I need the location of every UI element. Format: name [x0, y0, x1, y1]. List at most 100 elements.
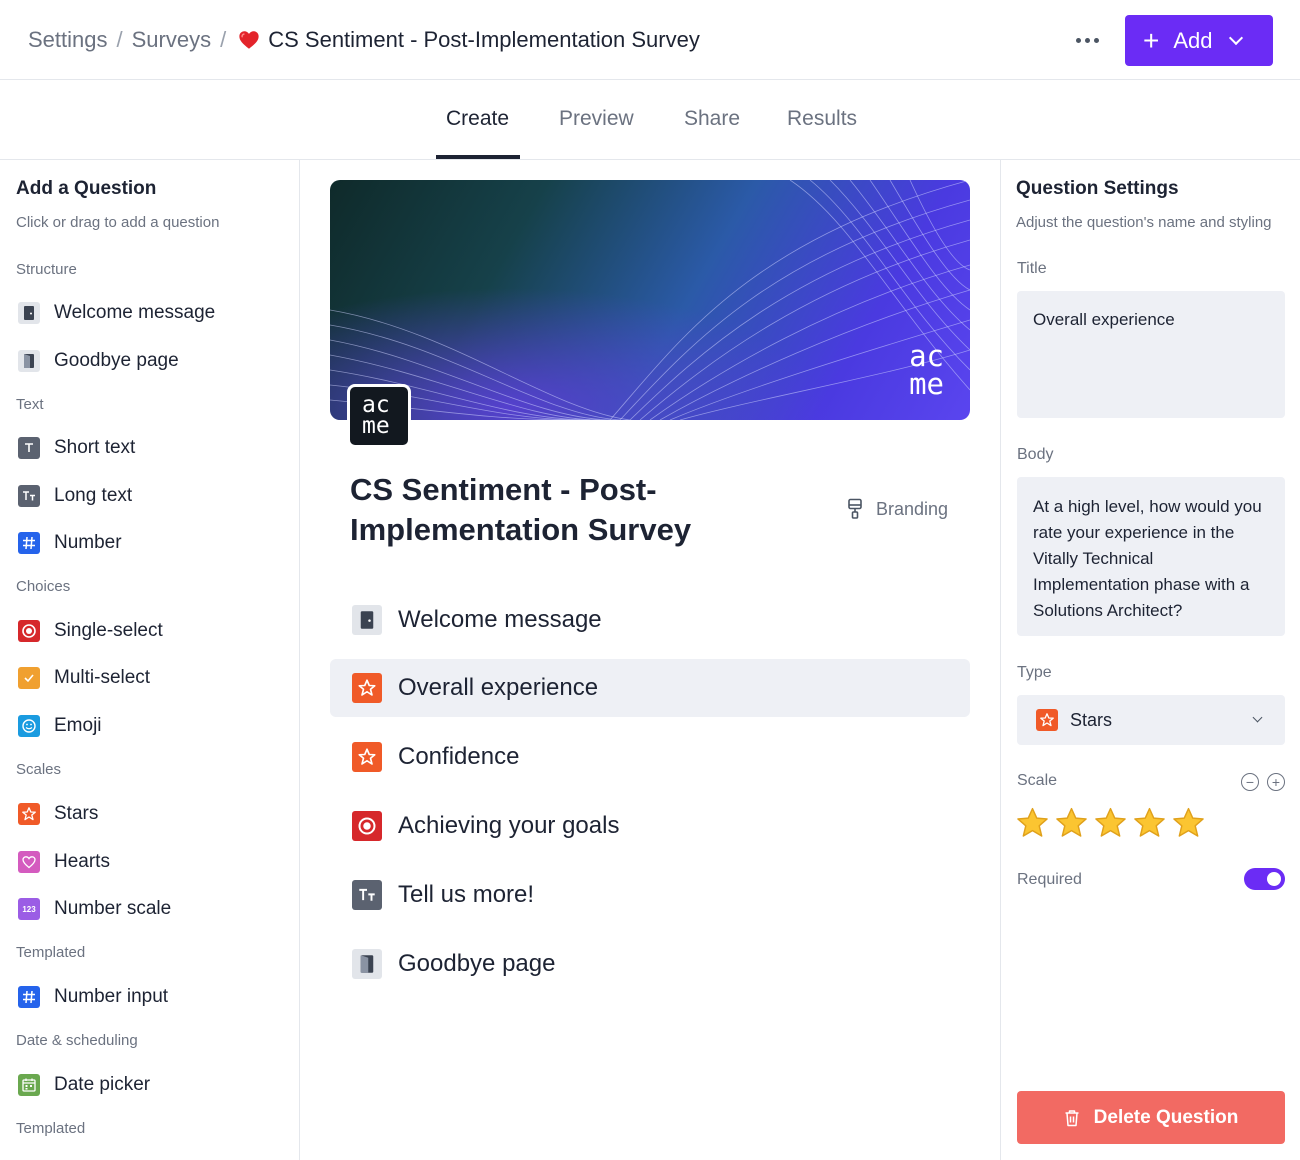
item-label: Number — [54, 532, 122, 553]
panel-subtitle: Click or drag to add a question — [16, 214, 220, 231]
delete-question-button[interactable]: Delete Question — [1017, 1091, 1285, 1144]
heart-emoji-icon — [239, 31, 259, 49]
add-goodbye-page[interactable]: Goodbye page — [18, 348, 179, 374]
add-question-panel: Add a Question Click or drag to add a qu… — [0, 160, 300, 1160]
star-icon[interactable] — [1132, 806, 1167, 841]
star-icon[interactable] — [1171, 806, 1206, 841]
section-label-templated: Templated — [16, 1120, 86, 1137]
more-options-button[interactable] — [1070, 26, 1104, 54]
section-label-structure: Structure — [16, 261, 77, 278]
breadcrumb: Settings / Surveys / CS Sentiment - Post… — [28, 27, 700, 53]
exit-icon — [352, 949, 382, 979]
smiley-icon — [18, 715, 40, 737]
title-field[interactable]: Overall experience — [1017, 291, 1285, 418]
checkbox-icon — [18, 667, 40, 689]
survey-canvas: ac me ac me CS Sentiment - Post-Implemen… — [300, 160, 1000, 1160]
add-number[interactable]: Number — [18, 530, 122, 556]
number-scale-icon: 123 — [18, 898, 40, 920]
question-welcome-message[interactable]: Welcome message — [330, 591, 970, 649]
door-icon — [18, 302, 40, 324]
tab-results[interactable]: Results — [787, 107, 857, 131]
question-label: Overall experience — [398, 674, 599, 701]
scale-field-label: Scale — [1017, 772, 1058, 789]
settings-subtitle: Adjust the question's name and styling — [1016, 214, 1272, 231]
question-overall-experience[interactable]: Overall experience — [330, 659, 970, 717]
breadcrumb-surveys[interactable]: Surveys — [132, 27, 211, 53]
add-number-input[interactable]: Number input — [18, 984, 168, 1010]
item-label: Hearts — [54, 851, 110, 872]
question-label: Goodbye page — [398, 950, 556, 977]
title-field-label: Title — [1017, 260, 1047, 277]
question-label: Achieving your goals — [398, 812, 620, 839]
add-multi-select[interactable]: Multi-select — [18, 665, 150, 691]
tab-share[interactable]: Share — [684, 107, 740, 131]
section-label-text: Text — [16, 396, 44, 413]
exit-icon — [18, 350, 40, 372]
add-short-text[interactable]: Short text — [18, 435, 135, 461]
item-label: Number input — [54, 986, 169, 1007]
survey-title[interactable]: CS Sentiment - Post-Implementation Surve… — [350, 470, 800, 550]
add-button[interactable]: + Add — [1125, 15, 1273, 66]
star-icon[interactable] — [1054, 806, 1089, 841]
scale-increase-button[interactable]: + — [1267, 773, 1285, 791]
logo-line: me — [362, 413, 390, 439]
star-icon[interactable] — [1093, 806, 1128, 841]
type-select[interactable]: Stars — [1017, 695, 1285, 745]
add-welcome-message[interactable]: Welcome message — [18, 300, 215, 326]
tab-preview[interactable]: Preview — [559, 107, 634, 131]
breadcrumb-settings[interactable]: Settings — [28, 27, 108, 53]
item-label: Goodbye page — [54, 350, 179, 371]
delete-question-label: Delete Question — [1093, 1106, 1239, 1128]
item-label: Long text — [54, 485, 133, 506]
top-bar: Settings / Surveys / CS Sentiment - Post… — [0, 0, 1300, 80]
tab-create[interactable]: Create — [446, 107, 509, 131]
dot-icon — [1075, 37, 1081, 43]
add-long-text[interactable]: Long text — [18, 483, 132, 509]
question-label: Tell us more! — [398, 881, 535, 908]
radio-icon — [18, 620, 40, 642]
question-confidence[interactable]: Confidence — [330, 728, 970, 786]
question-achieving-your-goals[interactable]: Achieving your goals — [330, 797, 970, 855]
wave-pattern-graphic — [330, 180, 970, 420]
survey-banner[interactable]: ac me — [330, 180, 970, 420]
hash-icon — [18, 532, 40, 554]
section-label-choices: Choices — [16, 578, 71, 595]
branding-button[interactable]: Branding — [846, 498, 948, 520]
body-field-label: Body — [1017, 446, 1054, 463]
add-stars[interactable]: Stars — [18, 801, 98, 827]
item-label: Date picker — [54, 1074, 151, 1095]
breadcrumb-separator: / — [116, 27, 123, 52]
add-emoji[interactable]: Emoji — [18, 713, 102, 739]
question-goodbye-page[interactable]: Goodbye page — [330, 935, 970, 993]
required-field-label: Required — [1017, 871, 1082, 888]
banner-watermark-line: ac — [909, 339, 944, 373]
question-tell-us-more[interactable]: Tell us more! — [330, 866, 970, 924]
item-label: Emoji — [54, 715, 102, 736]
door-icon — [352, 605, 382, 635]
star-icon[interactable] — [1015, 806, 1050, 841]
company-logo[interactable]: ac me — [347, 384, 411, 448]
scale-stars — [1015, 806, 1206, 841]
add-hearts[interactable]: Hearts — [18, 849, 110, 875]
banner-watermark-line: me — [909, 367, 944, 401]
item-label: Number scale — [54, 898, 172, 919]
dot-icon — [1084, 37, 1090, 43]
branding-label: Branding — [876, 498, 949, 519]
required-toggle[interactable] — [1244, 868, 1285, 890]
breadcrumb-separator: / — [220, 27, 227, 52]
add-date-picker[interactable]: Date picker — [18, 1072, 150, 1098]
item-label: Welcome message — [54, 302, 216, 323]
hash-icon — [18, 986, 40, 1008]
item-label: Stars — [54, 803, 99, 824]
add-number-scale[interactable]: 123 Number scale — [18, 896, 171, 922]
scale-decrease-button[interactable]: − — [1241, 773, 1259, 791]
add-single-select[interactable]: Single-select — [18, 618, 163, 644]
section-label-date-scheduling: Date & scheduling — [16, 1032, 138, 1049]
short-text-icon — [18, 437, 40, 459]
body-field[interactable]: At a high level, how would you rate your… — [1017, 477, 1285, 636]
settings-title: Question Settings — [1016, 178, 1179, 199]
active-tab-indicator — [436, 155, 520, 159]
type-select-value: Stars — [1070, 709, 1113, 730]
question-settings-panel: Question Settings Adjust the question's … — [1000, 160, 1300, 1160]
banner-watermark: ac me — [909, 339, 944, 401]
